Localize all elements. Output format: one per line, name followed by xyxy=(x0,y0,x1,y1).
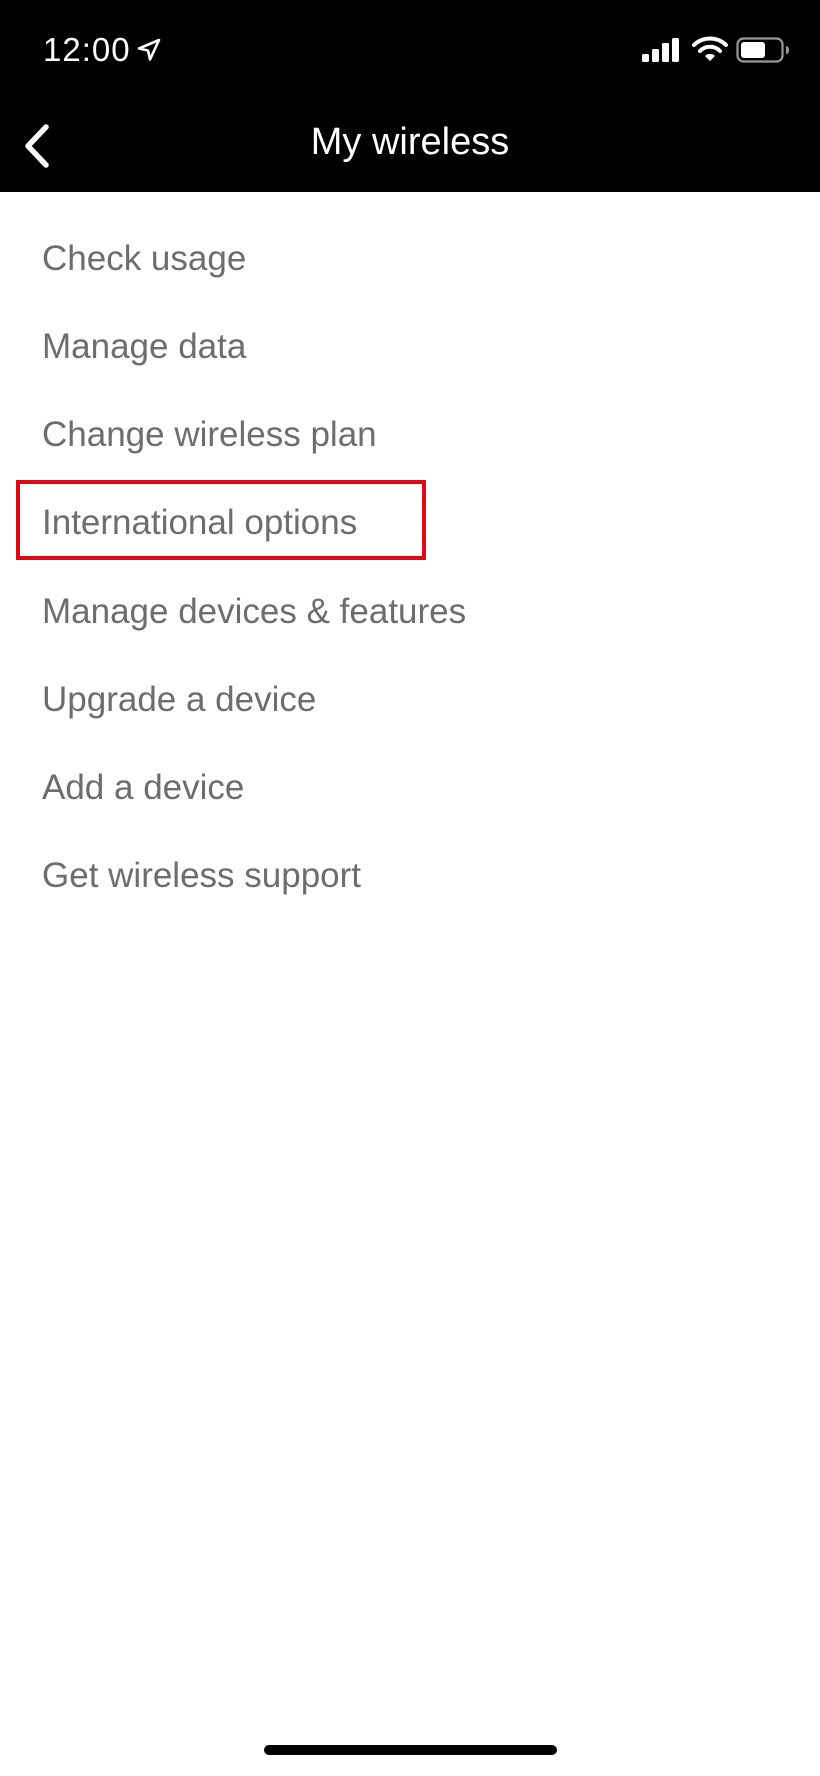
wifi-icon xyxy=(692,35,728,63)
location-arrow-icon xyxy=(136,37,162,63)
menu-item-manage-data[interactable]: Manage data xyxy=(42,317,246,377)
menu-item-manage-devices-features[interactable]: Manage devices & features xyxy=(42,582,466,642)
highlight-box xyxy=(16,480,426,560)
menu-item-add-a-device[interactable]: Add a device xyxy=(42,758,244,818)
status-time: 12:00 xyxy=(43,31,131,68)
menu-item-get-wireless-support[interactable]: Get wireless support xyxy=(42,846,361,906)
menu-item-change-wireless-plan[interactable]: Change wireless plan xyxy=(42,405,377,465)
page-title: My wireless xyxy=(310,121,510,163)
menu-item-upgrade-a-device[interactable]: Upgrade a device xyxy=(42,670,316,730)
battery-icon xyxy=(736,37,790,63)
menu-item-check-usage[interactable]: Check usage xyxy=(42,229,246,289)
app-header: 12:00 My wireless xyxy=(0,0,820,192)
home-indicator xyxy=(264,1745,557,1755)
status-bar: 12:00 xyxy=(0,0,820,100)
cellular-signal-icon xyxy=(641,37,681,63)
